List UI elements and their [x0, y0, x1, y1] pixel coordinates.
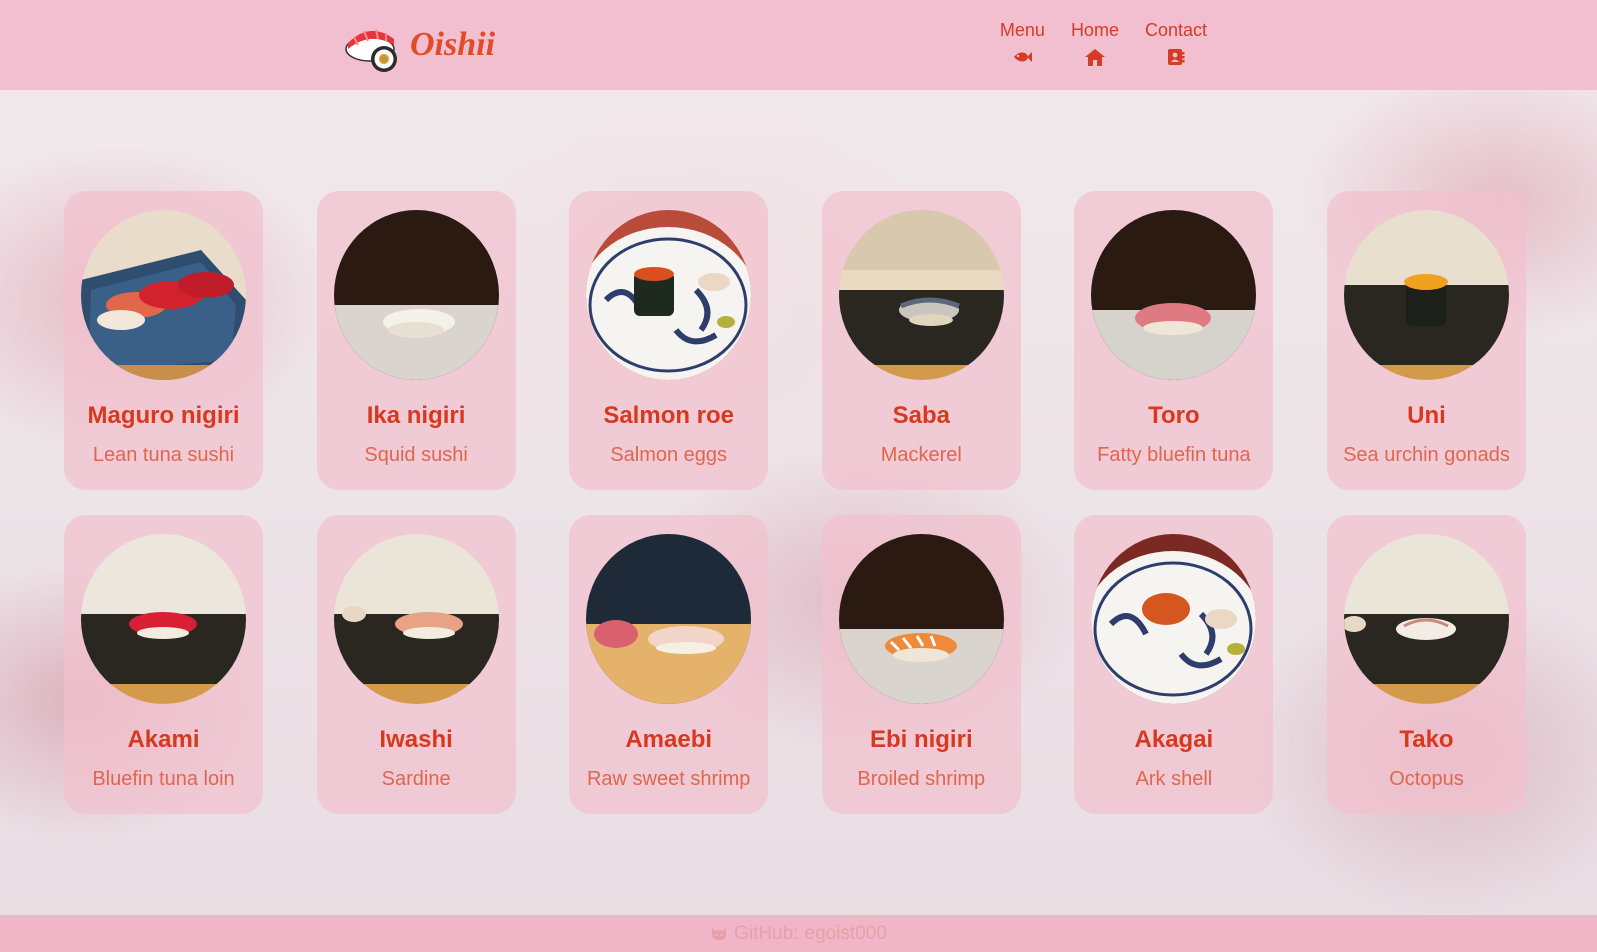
main-nav: Menu Home Contact	[1000, 20, 1207, 67]
menu-item-title: Toro	[1148, 402, 1200, 429]
sushi-photo	[1343, 210, 1509, 380]
menu-grid: Maguro nigiri Lean tuna sushi Ika nigiri…	[64, 191, 1526, 814]
menu-card[interactable]: Toro Fatty bluefin tuna	[1074, 191, 1274, 490]
menu-item-title: Maguro nigiri	[87, 402, 240, 429]
sushi-photo	[1091, 210, 1257, 380]
menu-item-title: Akagai	[1134, 726, 1214, 753]
github-icon	[710, 926, 728, 942]
sushi-photo	[586, 210, 752, 380]
menu-card[interactable]: Iwashi Sardine	[316, 515, 516, 814]
menu-item-title: Salmon roe	[603, 402, 735, 429]
menu-item-title: Saba	[892, 402, 950, 429]
sushi-photo	[81, 534, 246, 704]
sushi-photo	[333, 534, 499, 704]
contact-book-icon	[1165, 47, 1187, 67]
sushi-logo-icon	[344, 15, 404, 75]
menu-item-subtitle: Sea urchin gonads	[1343, 444, 1510, 466]
menu-card[interactable]: Ika nigiri Squid sushi	[316, 191, 516, 490]
menu-item-title: Ika nigiri	[366, 402, 466, 429]
menu-item-subtitle: Lean tuna sushi	[92, 444, 235, 466]
menu-item-title: Amaebi	[625, 726, 713, 753]
menu-item-subtitle: Salmon eggs	[610, 444, 728, 466]
menu-item-subtitle: Raw sweet shrimp	[586, 768, 751, 790]
home-icon	[1084, 47, 1106, 67]
menu-card[interactable]: Akami Bluefin tuna loin	[64, 515, 263, 814]
sushi-photo	[838, 534, 1004, 704]
nav-label-menu: Menu	[999, 20, 1045, 40]
menu-card[interactable]: Uni Sea urchin gonads	[1326, 191, 1526, 490]
brand-name: Oishii	[410, 26, 496, 63]
menu-card[interactable]: Tako Octopus	[1326, 515, 1526, 814]
sushi-photo	[1343, 534, 1509, 704]
menu-item-subtitle: Squid sushi	[364, 444, 468, 466]
menu-item-subtitle: Broiled shrimp	[857, 768, 986, 790]
menu-item-subtitle: Ark shell	[1135, 768, 1213, 790]
menu-item-subtitle: Mackerel	[880, 444, 962, 466]
menu-card[interactable]: Amaebi Raw sweet shrimp	[569, 515, 769, 814]
menu-card[interactable]: Akagai Ark shell	[1074, 515, 1274, 814]
menu-item-title: Tako	[1399, 726, 1454, 753]
logo[interactable]: Oishii	[344, 14, 495, 76]
nav-label-contact: Contact	[1144, 20, 1207, 40]
menu-item-title: Iwashi	[379, 726, 453, 753]
menu-item-title: Uni	[1407, 402, 1446, 429]
nav-item-contact[interactable]: Contact	[1145, 20, 1207, 67]
sushi-photo	[81, 210, 246, 380]
menu-item-subtitle: Octopus	[1389, 768, 1464, 790]
sushi-photo	[1091, 534, 1257, 704]
menu-item-subtitle: Bluefin tuna loin	[92, 768, 235, 790]
menu-card[interactable]: Saba Mackerel	[821, 191, 1021, 490]
footer-label: GitHub:	[734, 922, 799, 944]
fish-icon	[1011, 47, 1033, 67]
site-header: Oishii Menu Home Contact	[0, 0, 1597, 90]
nav-label-home: Home	[1070, 20, 1119, 40]
sushi-photo	[586, 534, 752, 704]
nav-item-home[interactable]: Home	[1071, 20, 1119, 67]
menu-card[interactable]: Maguro nigiri Lean tuna sushi	[64, 191, 263, 490]
github-footer-link[interactable]: GitHub: egoist000	[0, 915, 1597, 952]
menu-item-title: Ebi nigiri	[869, 726, 973, 753]
menu-item-title: Akami	[127, 726, 200, 753]
menu-card[interactable]: Ebi nigiri Broiled shrimp	[821, 515, 1021, 814]
nav-item-menu[interactable]: Menu	[1000, 20, 1045, 67]
menu-card[interactable]: Salmon roe Salmon eggs	[569, 191, 769, 490]
sushi-photo	[333, 210, 499, 380]
menu-item-subtitle: Sardine	[381, 768, 451, 790]
footer-username: egoist000	[804, 922, 887, 944]
menu-item-subtitle: Fatty bluefin tuna	[1097, 444, 1251, 466]
sushi-photo	[838, 210, 1004, 380]
